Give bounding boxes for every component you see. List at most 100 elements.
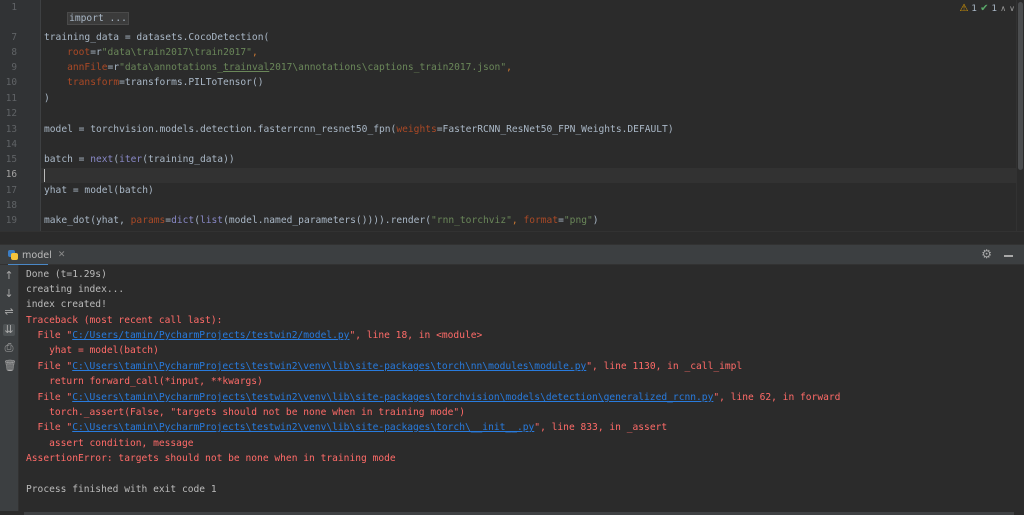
console-line: File "C:\Users\tamin\PycharmProjects\tes… [26,392,841,403]
line-number: 1 [11,2,17,13]
console-line: assert condition, message [26,438,194,449]
keyword-arg: format [523,215,559,226]
code-text: File " [26,361,73,372]
console-line: Process finished with exit code 1 [26,484,217,495]
code-text: File " [26,422,73,433]
soft-wrap-icon[interactable]: ⇌ [3,306,15,318]
console-line: yhat = model(batch) [26,345,159,356]
code-line[interactable]: root=r"data\train2017\train2017", [44,47,258,58]
console-line: return forward_call(*input, **kwargs) [26,376,263,387]
folded-imports[interactable]: import ... [67,12,129,25]
keyword-arg: annFile [67,62,108,73]
code-line[interactable]: batch = next(iter(training_data)) [44,154,235,165]
code-line[interactable]: import ... [44,2,129,35]
keyword-arg: transform [67,77,120,88]
code-line[interactable]: yhat = model(batch) [44,185,154,196]
arrow-down-icon[interactable]: ↓ [3,288,15,300]
run-tab-model[interactable]: model ✕ [8,248,66,266]
code-text: , [251,47,258,58]
file-link[interactable]: C:/Users/tamin/PycharmProjects/testwin2/… [72,330,349,341]
code-line[interactable]: make_dot(yhat, params=dict(list(model.na… [44,215,599,226]
code-text: make_dot(yhat, [44,215,131,226]
line-number: 17 [5,185,17,196]
code-line[interactable]: transform=transforms.PILToTensor() [44,77,264,88]
code-text: (model.named_parameters()))).render( [223,215,432,226]
code-text: , [506,62,512,73]
scrollbar-thumb[interactable] [1018,2,1023,170]
builtin-name: list [199,215,224,226]
print-icon[interactable]: ⎙ [3,342,15,354]
code-line[interactable]: annFile=r"data\annotations_trainval2017\… [44,62,512,73]
run-tool-window-header: model ✕ ⚙ [0,244,1024,266]
scroll-to-end-icon[interactable]: ⇊ [3,324,15,336]
inspection-widget[interactable]: ⚠ 1 ✔ 1 ∧ ∨ [959,3,1015,14]
console-line: creating index... [26,284,125,295]
builtin-name: dict [171,215,195,226]
code-line[interactable]: model = torchvision.models.detection.fas… [44,124,674,135]
file-link[interactable]: C:\Users\tamin\PycharmProjects\testwin2\… [72,392,713,403]
console-line: Traceback (most recent call last): [26,315,223,326]
code-text: ", line 833, in _assert [534,422,668,433]
code-text: =transforms.PILToTensor() [119,77,264,88]
console-line: File "C:/Users/tamin/PycharmProjects/tes… [26,330,483,341]
console-line: torch._assert(False, "targets should not… [26,407,465,418]
line-number: 18 [5,200,17,211]
string-literal: 2017\annotations\captions_train2017.json… [269,62,507,73]
code-text: yhat = model(batch) [44,185,154,196]
code-line[interactable]: ) [44,93,50,104]
gear-icon[interactable]: ⚙ [981,247,992,261]
code-text: model = torchvision.models.detection.fas… [44,124,397,135]
keyword-arg: weights [396,124,437,135]
code-text: ) [44,93,50,104]
console-line: File "C:\Users\tamin\PycharmProjects\tes… [26,361,743,372]
minimize-icon[interactable] [1004,255,1013,257]
code-text: =r [107,62,120,73]
console-line: AssertionError: targets should not be no… [26,453,396,464]
code-text: =FasterRCNN_ResNet50_FPN_Weights.DEFAULT… [436,124,674,135]
code-text: , [511,215,524,226]
line-number: 19 [5,215,17,226]
string-literal: "rnn_torchviz" [431,215,512,226]
ok-count: 1 [991,3,998,14]
code-line[interactable]: training_data = datasets.CocoDetection( [44,32,269,43]
current-line-highlight [41,168,1017,183]
file-link[interactable]: C:\Users\tamin\PycharmProjects\testwin2\… [72,422,534,433]
line-number: 15 [5,154,17,165]
trash-icon[interactable]: 🗑 [3,360,17,372]
console-line: File "C:\Users\tamin\PycharmProjects\tes… [26,422,668,433]
code-text: batch = [44,154,91,165]
editor-vertical-scrollbar[interactable] [1016,0,1024,231]
line-number: 13 [5,124,17,135]
console-output[interactable]: Done (t=1.29s) creating index... index c… [19,265,1024,515]
warning-icon: ⚠ [959,3,969,14]
gutter-separator [40,0,41,231]
line-number: 7 [11,32,17,43]
code-text: ", line 1130, in _call_impl [586,361,743,372]
keyword-arg: root [67,47,91,58]
line-number: 16 [5,169,17,180]
chevron-up-icon[interactable]: ∧ [1000,4,1006,13]
python-icon [8,250,18,260]
close-icon[interactable]: ✕ [58,250,66,260]
string-literal: "data\annotations_ [119,62,224,73]
run-toolbar: ↑ ↓ ⇌ ⇊ ⎙ 🗑 [0,265,19,515]
file-link[interactable]: C:\Users\tamin\PycharmProjects\testwin2\… [72,361,586,372]
line-number: 9 [11,62,17,73]
builtin-name: next [90,154,114,165]
checkmark-icon: ✔ [980,3,989,14]
arrow-up-icon[interactable]: ↑ [3,270,15,282]
code-editor[interactable]: 1 7 8 9 10 11 12 13 14 15 16 17 18 19 im… [0,0,1024,231]
line-number: 12 [5,108,17,119]
console-horizontal-scrollbar[interactable] [0,511,1024,515]
code-text: (training_data)) [142,154,235,165]
chevron-down-icon[interactable]: ∨ [1009,4,1015,13]
console-line: Done (t=1.29s) [26,269,107,280]
code-text: =r [90,47,102,58]
code-text: ) [592,215,599,226]
line-number: 14 [5,139,17,150]
builtin-name: iter [119,154,143,165]
splitter[interactable] [0,231,1024,245]
keyword-arg: params [130,215,166,226]
line-number: 10 [5,77,17,88]
string-literal: "data\train2017\train2017" [101,47,252,58]
